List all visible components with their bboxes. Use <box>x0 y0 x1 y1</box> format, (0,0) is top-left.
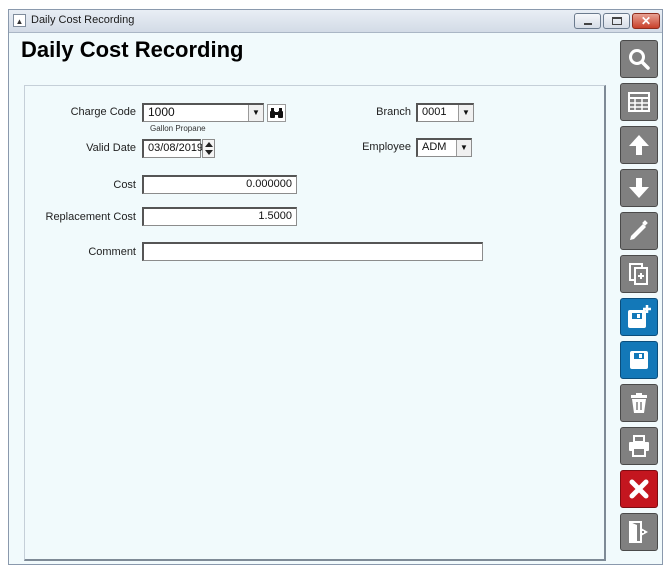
exit-button[interactable] <box>620 513 658 551</box>
close-icon: ✕ <box>640 14 652 28</box>
maximize-icon <box>612 17 622 25</box>
arrow-down-icon <box>629 178 649 198</box>
printer-icon <box>629 435 649 457</box>
save-new-button[interactable] <box>620 298 658 336</box>
floppy-icon <box>630 351 648 369</box>
branch-value: 0001 <box>422 106 447 118</box>
charge-code-description: Gallon Propane <box>150 124 206 133</box>
next-record-button[interactable] <box>620 169 658 207</box>
valid-date-label: Valid Date <box>86 142 136 154</box>
grid-view-button[interactable] <box>620 83 658 121</box>
window-title: Daily Cost Recording <box>31 14 135 26</box>
exit-door-icon <box>629 521 648 543</box>
x-icon <box>629 479 649 499</box>
branch-label: Branch <box>376 106 411 118</box>
valid-date-field[interactable]: 03/08/2019 <box>142 139 203 158</box>
charge-code-select[interactable]: 1000 ▼ <box>142 103 264 122</box>
chevron-down-icon[interactable]: ▼ <box>248 105 263 121</box>
date-spinner[interactable] <box>202 139 215 158</box>
trash-icon <box>631 393 647 413</box>
spin-up-icon[interactable] <box>205 142 213 147</box>
lookup-button[interactable] <box>267 104 286 122</box>
comment-field[interactable] <box>142 242 483 261</box>
page-title: Daily Cost Recording <box>21 37 244 62</box>
charge-code-value: 1000 <box>148 105 175 119</box>
branch-select[interactable]: 0001 ▼ <box>416 103 474 122</box>
system-menu-icon[interactable]: ▲ <box>13 14 26 27</box>
chevron-down-icon[interactable]: ▼ <box>456 140 471 156</box>
save-button[interactable] <box>620 341 658 379</box>
previous-record-button[interactable] <box>620 126 658 164</box>
cancel-button[interactable] <box>620 470 658 508</box>
print-button[interactable] <box>620 427 658 465</box>
edit-button[interactable] <box>620 212 658 250</box>
comment-label: Comment <box>88 246 136 258</box>
cost-field[interactable]: 0.000000 <box>142 175 297 194</box>
close-window-button[interactable]: ✕ <box>632 13 660 29</box>
employee-label: Employee <box>362 141 411 153</box>
arrow-up-icon <box>629 135 649 155</box>
copy-document-icon <box>629 263 648 285</box>
copy-button[interactable] <box>620 255 658 293</box>
save-plus-icon <box>628 305 651 328</box>
form-panel: Charge Code 1000 ▼ Gallon Propane Valid … <box>24 85 606 561</box>
minimize-button[interactable] <box>574 13 601 29</box>
delete-button[interactable] <box>620 384 658 422</box>
replacement-cost-field[interactable]: 1.5000 <box>142 207 297 226</box>
cost-label: Cost <box>113 179 136 191</box>
spin-down-icon[interactable] <box>205 150 213 155</box>
binoculars-icon <box>270 108 283 118</box>
maximize-button[interactable] <box>603 13 630 29</box>
search-button[interactable] <box>620 40 658 78</box>
title-bar[interactable]: ▲ Daily Cost Recording ✕ <box>9 10 662 33</box>
employee-select[interactable]: ADM ▼ <box>416 138 472 157</box>
chevron-down-icon[interactable]: ▼ <box>458 105 473 121</box>
pencil-icon <box>630 220 648 240</box>
magnifier-icon <box>629 49 650 70</box>
charge-code-label: Charge Code <box>70 106 136 118</box>
grid-icon <box>628 92 650 112</box>
app-window: ▲ Daily Cost Recording ✕ Daily Cost Reco… <box>8 9 663 565</box>
minimize-icon <box>584 23 592 25</box>
replacement-cost-label: Replacement Cost <box>45 211 137 223</box>
employee-value: ADM <box>422 141 447 153</box>
